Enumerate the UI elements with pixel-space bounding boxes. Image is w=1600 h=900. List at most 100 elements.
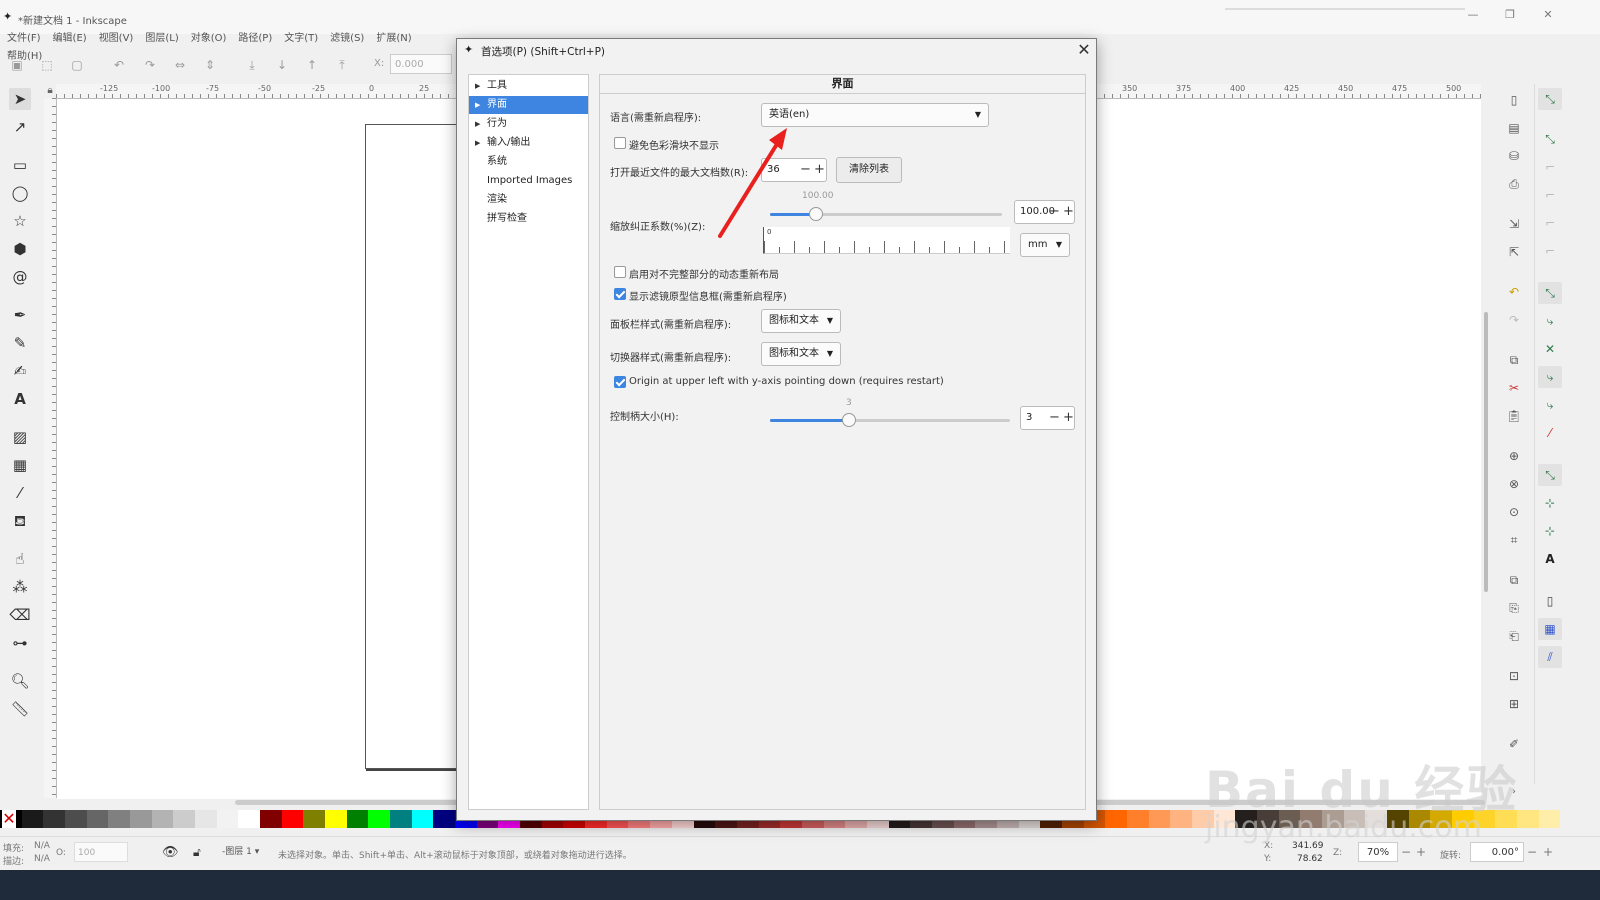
decrement-icon[interactable]: − — [1049, 407, 1060, 429]
filter-info-checkbox[interactable] — [614, 288, 626, 300]
color-swatch[interactable] — [390, 810, 412, 828]
color-swatch[interactable] — [1517, 810, 1539, 828]
vertical-ruler[interactable] — [44, 98, 57, 798]
selector-tool-icon[interactable]: ➤ — [9, 88, 31, 110]
color-swatch[interactable] — [238, 810, 261, 828]
color-swatch[interactable] — [1170, 810, 1192, 828]
color-swatch[interactable] — [1538, 810, 1561, 828]
handle-slider-track[interactable] — [770, 413, 1010, 427]
select-all-icon[interactable]: ▣ — [10, 58, 24, 72]
ellipse-tool-icon[interactable]: ◯ — [9, 182, 31, 204]
snap-cusp-icon[interactable]: ⤷ — [1538, 366, 1562, 388]
zoom-selection-icon[interactable]: ⊕ — [1506, 448, 1522, 464]
spray-tool-icon[interactable]: ⁂ — [9, 576, 31, 598]
zoom-page-width-icon[interactable]: ⌗ — [1506, 532, 1522, 548]
lower-to-bottom-icon[interactable]: ⤓ — [245, 58, 259, 72]
decrement-icon[interactable]: − — [800, 159, 811, 181]
eraser-tool-icon[interactable]: ⌫ — [9, 604, 31, 626]
tree-item-interface[interactable]: ▶ 界面 — [469, 96, 588, 114]
clear-list-button[interactable]: 清除列表 — [836, 157, 902, 183]
menu-edit[interactable]: 编辑(E) — [53, 30, 87, 48]
color-swatch[interactable] — [195, 810, 217, 828]
restore-button[interactable]: ❐ — [1502, 8, 1518, 21]
increment-icon[interactable]: + — [814, 159, 825, 181]
node-tool-icon[interactable]: ↗ — [9, 116, 31, 138]
pencil-tool-icon[interactable]: ✎ — [9, 332, 31, 354]
rotation-decrease-icon[interactable]: − — [1527, 845, 1537, 859]
snap-paths-icon[interactable]: ⤷ — [1538, 310, 1562, 332]
snap-intersection-icon[interactable]: ✕ — [1538, 338, 1562, 360]
snap-rotation-center-icon[interactable]: ⊹ — [1538, 520, 1562, 542]
cut-icon[interactable]: ✂ — [1506, 380, 1522, 396]
export-icon[interactable]: ⇱ — [1506, 244, 1522, 260]
x-input[interactable]: 0.000 — [390, 54, 452, 74]
dropper-tool-icon[interactable]: ⁄ — [9, 482, 31, 504]
zoom-slider-track[interactable] — [770, 207, 1002, 221]
color-swatch[interactable] — [1148, 810, 1171, 828]
snap-bbox-corner-icon[interactable]: ⌐ — [1538, 184, 1562, 206]
snap-smooth-icon[interactable]: ⤷ — [1538, 394, 1562, 416]
raise-icon[interactable]: ↑ — [305, 58, 319, 72]
snap-guide-icon[interactable]: ⫽ — [1538, 646, 1562, 668]
3d-box-tool-icon[interactable]: ⬢ — [9, 238, 31, 260]
color-swatch[interactable] — [281, 810, 304, 828]
rotate-cw-icon[interactable]: ↷ — [143, 58, 157, 72]
dock-style-dropdown[interactable]: 图标和文本 ▼ — [761, 309, 841, 333]
open-icon[interactable]: ▤ — [1506, 120, 1522, 136]
snap-enable-icon[interactable]: ⤡ — [1538, 88, 1562, 110]
zoom-increase-icon[interactable]: + — [1416, 845, 1426, 859]
zoom-decrease-icon[interactable]: − — [1401, 845, 1411, 859]
expand-arrow-icon[interactable]: ▶ — [475, 134, 480, 152]
rotation-input[interactable]: 0.00° — [1470, 842, 1524, 862]
menu-file[interactable]: 文件(F) — [7, 30, 41, 48]
new-document-icon[interactable]: ▯ — [1506, 92, 1522, 108]
color-swatch[interactable] — [151, 810, 174, 828]
ungroup-icon[interactable]: ⊞ — [1506, 696, 1522, 712]
zoom-page-icon[interactable]: ⊙ — [1506, 504, 1522, 520]
star-tool-icon[interactable]: ☆ — [9, 210, 31, 232]
snap-midpoint-icon[interactable]: ⁄ — [1538, 422, 1562, 444]
zoom-slider-knob[interactable] — [809, 207, 823, 221]
tree-item-rendering[interactable]: 渲染 — [469, 191, 588, 209]
unlink-clone-icon[interactable]: ⎗ — [1506, 628, 1522, 644]
rotation-increase-icon[interactable]: + — [1543, 845, 1553, 859]
minimize-button[interactable]: — — [1465, 8, 1481, 21]
paint-bucket-tool-icon[interactable]: ⛾ — [9, 510, 31, 532]
recent-files-spinner[interactable]: 36 − + — [761, 158, 827, 182]
snap-others-icon[interactable]: ⤡ — [1538, 464, 1562, 486]
rotate-ccw-icon[interactable]: ↶ — [112, 58, 126, 72]
color-swatch[interactable] — [130, 810, 152, 828]
layer-selector[interactable]: -图层 1 ▾ — [222, 842, 272, 862]
tree-item-spellcheck[interactable]: 拼写检查 — [469, 210, 588, 228]
handle-slider-knob[interactable] — [842, 413, 856, 427]
expand-arrow-icon[interactable]: ▶ — [475, 77, 480, 95]
switcher-style-dropdown[interactable]: 图标和文本 ▼ — [761, 342, 841, 366]
color-swatch[interactable] — [303, 810, 326, 828]
tree-item-system[interactable]: 系统 — [469, 153, 588, 171]
zoom-correction-spinner[interactable]: 100.00 − + — [1014, 200, 1075, 224]
menu-path[interactable]: 路径(P) — [238, 30, 272, 48]
color-swatch[interactable] — [260, 810, 282, 828]
calligraphy-tool-icon[interactable]: ✍ — [9, 360, 31, 382]
color-swatch[interactable] — [216, 810, 239, 828]
tree-item-io[interactable]: ▶ 输入/输出 — [469, 134, 588, 152]
origin-checkbox[interactable] — [614, 376, 626, 388]
zoom-drawing-icon[interactable]: ⊗ — [1506, 476, 1522, 492]
clone-icon[interactable]: ⎘ — [1506, 600, 1522, 616]
select-all-layers-icon[interactable]: ⬚ — [40, 58, 54, 72]
menu-layer[interactable]: 图层(L) — [145, 30, 178, 48]
tree-item-tools[interactable]: ▶ 工具 — [469, 77, 588, 95]
increment-icon[interactable]: + — [1063, 407, 1074, 429]
lock-icon[interactable]: 🔓︎ — [193, 845, 201, 860]
copy-icon[interactable]: ⧉ — [1506, 352, 1522, 368]
language-dropdown[interactable]: 英语(en) ▼ — [761, 103, 989, 127]
snap-grid-icon[interactable]: ▦ — [1538, 618, 1562, 640]
menu-extensions[interactable]: 扩展(N) — [376, 30, 411, 48]
color-swatch[interactable] — [346, 810, 369, 828]
close-window-button[interactable]: ✕ — [1540, 8, 1556, 21]
deselect-icon[interactable]: ▢ — [70, 58, 84, 72]
color-swatch[interactable] — [21, 810, 44, 828]
save-icon[interactable]: ⛁ — [1506, 148, 1522, 164]
raise-to-top-icon[interactable]: ⤒ — [335, 58, 349, 72]
measure-tool-icon[interactable]: 📏︎ — [9, 698, 31, 720]
